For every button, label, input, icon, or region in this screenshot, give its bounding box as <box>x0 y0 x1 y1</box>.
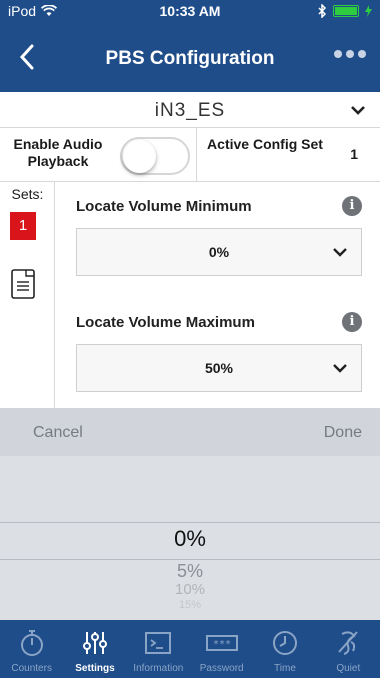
picker-option[interactable]: 15% <box>0 599 380 611</box>
sets-label: Sets: <box>11 186 44 202</box>
chevron-down-icon <box>333 364 347 373</box>
info-icon[interactable]: i <box>342 196 362 216</box>
setting-title: Locate Volume Maximum <box>76 314 255 331</box>
picker-toolbar: Cancel Done <box>0 408 380 456</box>
select-value: 50% <box>204 360 234 376</box>
picker-option[interactable]: 5% <box>0 561 380 582</box>
navigation-bar: PBS Configuration <box>0 22 380 92</box>
bluetooth-icon <box>318 4 327 18</box>
status-bar: iPod 10:33 AM <box>0 0 380 22</box>
tab-information[interactable]: Information <box>127 620 190 678</box>
quiet-icon <box>338 631 359 655</box>
select-value: 0% <box>208 244 230 260</box>
config-name: iN3_ES <box>154 100 226 121</box>
top-bar: iPod 10:33 AM PBS Configuration <box>0 0 380 92</box>
chevron-down-icon <box>351 106 365 115</box>
setting-title: Locate Volume Minimum <box>76 198 252 215</box>
cancel-button[interactable]: Cancel <box>33 424 83 442</box>
config-selector[interactable]: iN3_ES <box>0 92 380 128</box>
tab-bar: Counters Settings Information *** Passwo… <box>0 620 380 678</box>
tab-label: Time <box>274 663 296 674</box>
clock-icon <box>272 631 297 655</box>
battery-icon <box>333 5 359 17</box>
settings-panel: Locate Volume Minimum i 0% Locate Volume… <box>56 182 380 408</box>
active-config-label: Active Config Set <box>207 136 323 152</box>
document-icon[interactable] <box>10 268 36 300</box>
tab-label: Quiet <box>336 663 361 674</box>
charging-icon <box>365 5 372 17</box>
tab-label: Counters <box>11 663 52 674</box>
active-config-value: 1 <box>350 146 358 162</box>
chevron-down-icon <box>333 248 347 257</box>
tab-label: Password <box>199 663 244 674</box>
tab-label: Settings <box>75 663 115 674</box>
stopwatch-icon <box>20 630 43 656</box>
svg-text:***: *** <box>213 639 231 650</box>
tab-label: Information <box>133 663 184 674</box>
done-button[interactable]: Done <box>324 424 362 442</box>
sets-column: Sets: 1 <box>0 182 55 408</box>
tab-password[interactable]: *** Password <box>190 620 253 678</box>
page-title: PBS Configuration <box>105 48 275 69</box>
value-picker-wheel[interactable]: 0% 5% 10% 15% <box>0 456 380 620</box>
picker-selected-option[interactable]: 0% <box>0 526 380 552</box>
audio-playback-toggle[interactable] <box>120 137 190 175</box>
audio-playback-label: Enable Audio Playback <box>13 136 103 169</box>
sliders-icon <box>82 632 107 654</box>
terminal-icon <box>145 632 172 654</box>
tab-counters[interactable]: Counters <box>0 620 63 678</box>
max-volume-select[interactable]: 50% <box>76 344 362 392</box>
password-icon: *** <box>205 635 238 651</box>
set-1-button[interactable]: 1 <box>10 212 36 240</box>
info-icon[interactable]: i <box>342 312 362 332</box>
tab-time[interactable]: Time <box>253 620 316 678</box>
min-volume-select[interactable]: 0% <box>76 228 362 276</box>
audio-settings-row: Enable Audio Playback Active Config Set … <box>0 128 380 182</box>
picker-option[interactable]: 10% <box>0 581 380 598</box>
tab-settings[interactable]: Settings <box>63 620 126 678</box>
tab-quiet[interactable]: Quiet <box>317 620 380 678</box>
more-options-icon[interactable] <box>334 50 366 58</box>
